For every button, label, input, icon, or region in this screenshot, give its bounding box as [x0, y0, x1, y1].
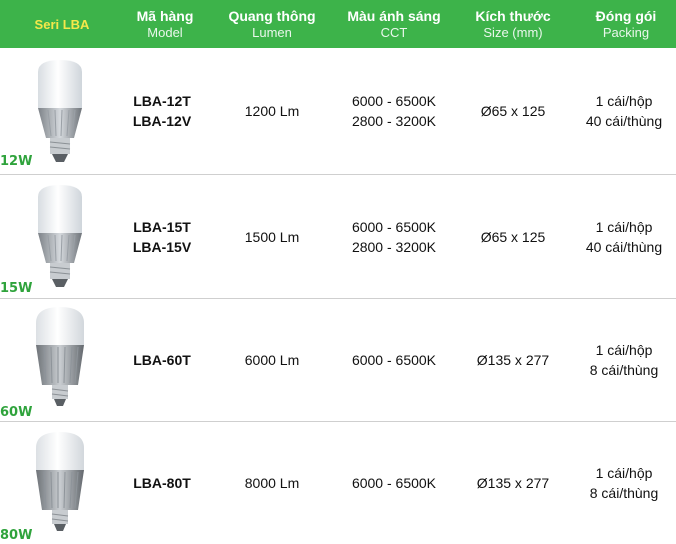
cct-value: 6000 - 6500K	[351, 218, 437, 235]
lumen-cell: 1200 Lm	[216, 48, 328, 174]
table-row: 12W LBA-12T LBA-12V 1200 Lm 6000 - 6500K…	[0, 48, 676, 174]
lumen-cell: 8000 Lm	[216, 422, 328, 544]
lumen-cell: 6000 Lm	[216, 299, 328, 421]
size-value: Ø65 x 125	[480, 228, 546, 245]
header-packing-en: Packing	[602, 24, 650, 40]
led-bulb-icon	[36, 432, 84, 531]
table-header: Seri LBA Mã hàng Model Quang thông Lumen…	[0, 0, 676, 48]
packing-carton: 40 cái/thùng	[585, 113, 663, 129]
lumen-cell: 1500 Lm	[216, 175, 328, 298]
cct-value: 2800 - 3200K	[351, 113, 437, 129]
lumen-value: 1500 Lm	[244, 228, 300, 245]
packing-carton: 8 cái/thùng	[589, 362, 659, 378]
cct-value: 6000 - 6500K	[351, 352, 437, 368]
led-bulb-icon	[36, 307, 84, 406]
model-code: LBA-60T	[133, 352, 191, 368]
size-cell: Ø135 x 277	[464, 299, 562, 421]
packing-carton: 8 cái/thùng	[589, 485, 659, 501]
led-bulb-icon	[38, 60, 82, 162]
size-cell: Ø135 x 277	[464, 422, 562, 544]
header-size: Kích thước Size (mm)	[468, 0, 558, 48]
header-cct: Màu ánh sáng CCT	[334, 0, 454, 48]
model-code: LBA-12V	[132, 113, 192, 129]
cct-cell: 6000 - 6500K	[334, 422, 454, 544]
lumen-value: 8000 Lm	[244, 475, 300, 491]
packing-box: 1 cái/hộp	[595, 93, 653, 109]
packing-box: 1 cái/hộp	[595, 342, 653, 358]
model-code: LBA-15T	[133, 218, 191, 235]
size-value: Ø65 x 125	[480, 103, 546, 119]
cct-cell: 6000 - 6500K 2800 - 3200K	[334, 48, 454, 174]
cct-value: 2800 - 3200K	[351, 238, 437, 255]
packing-carton: 40 cái/thùng	[585, 238, 663, 255]
packing-cell: 1 cái/hộp 8 cái/thùng	[572, 299, 676, 421]
header-packing-vi: Đóng gói	[595, 7, 657, 24]
lumen-value: 1200 Lm	[244, 103, 300, 119]
model-cell: LBA-12T LBA-12V	[112, 48, 212, 174]
packing-box: 1 cái/hộp	[595, 218, 653, 235]
model-cell: LBA-80T	[112, 422, 212, 544]
header-packing: Đóng gói Packing	[580, 0, 672, 48]
table-row: 80W LBA-80T 8000 Lm 6000 - 6500K Ø135 x …	[0, 422, 676, 544]
size-cell: Ø65 x 125	[464, 175, 562, 298]
cct-cell: 6000 - 6500K	[334, 299, 454, 421]
wattage-label: 15W	[0, 281, 33, 296]
header-lumen-en: Lumen	[252, 24, 292, 40]
packing-cell: 1 cái/hộp 40 cái/thùng	[572, 48, 676, 174]
wattage-label: 60W	[0, 405, 33, 420]
size-value: Ø135 x 277	[476, 352, 550, 368]
model-code: LBA-15V	[132, 238, 192, 255]
size-cell: Ø65 x 125	[464, 48, 562, 174]
cct-value: 6000 - 6500K	[351, 475, 437, 491]
wattage-label: 80W	[0, 528, 33, 543]
header-model-vi: Mã hàng	[136, 7, 194, 24]
wattage-label: 12W	[0, 154, 33, 169]
header-cct-vi: Màu ánh sáng	[347, 7, 441, 24]
size-value: Ø135 x 277	[476, 475, 550, 491]
model-cell: LBA-15T LBA-15V	[112, 175, 212, 298]
model-cell: LBA-60T	[112, 299, 212, 421]
header-size-en: Size (mm)	[483, 24, 543, 40]
header-lumen: Quang thông Lumen	[216, 0, 328, 48]
product-table: Seri LBA Mã hàng Model Quang thông Lumen…	[0, 0, 676, 544]
header-model-en: Model	[147, 24, 183, 40]
lumen-value: 6000 Lm	[244, 352, 300, 368]
packing-cell: 1 cái/hộp 8 cái/thùng	[572, 422, 676, 544]
led-bulb-icon	[38, 185, 82, 287]
model-code: LBA-12T	[133, 93, 191, 109]
packing-cell: 1 cái/hộp 40 cái/thùng	[572, 175, 676, 298]
header-model: Mã hàng Model	[124, 0, 206, 48]
series-label: Seri LBA	[34, 16, 90, 32]
table-row: 60W LBA-60T 6000 Lm 6000 - 6500K Ø135 x …	[0, 299, 676, 421]
packing-box: 1 cái/hộp	[595, 465, 653, 481]
table-row: 15W LBA-15T LBA-15V 1500 Lm 6000 - 6500K…	[0, 175, 676, 298]
cct-value: 6000 - 6500K	[351, 93, 437, 109]
header-lumen-vi: Quang thông	[228, 7, 316, 24]
header-size-vi: Kích thước	[475, 7, 551, 24]
model-code: LBA-80T	[133, 475, 191, 491]
cct-cell: 6000 - 6500K 2800 - 3200K	[334, 175, 454, 298]
header-cct-en: CCT	[380, 24, 408, 40]
